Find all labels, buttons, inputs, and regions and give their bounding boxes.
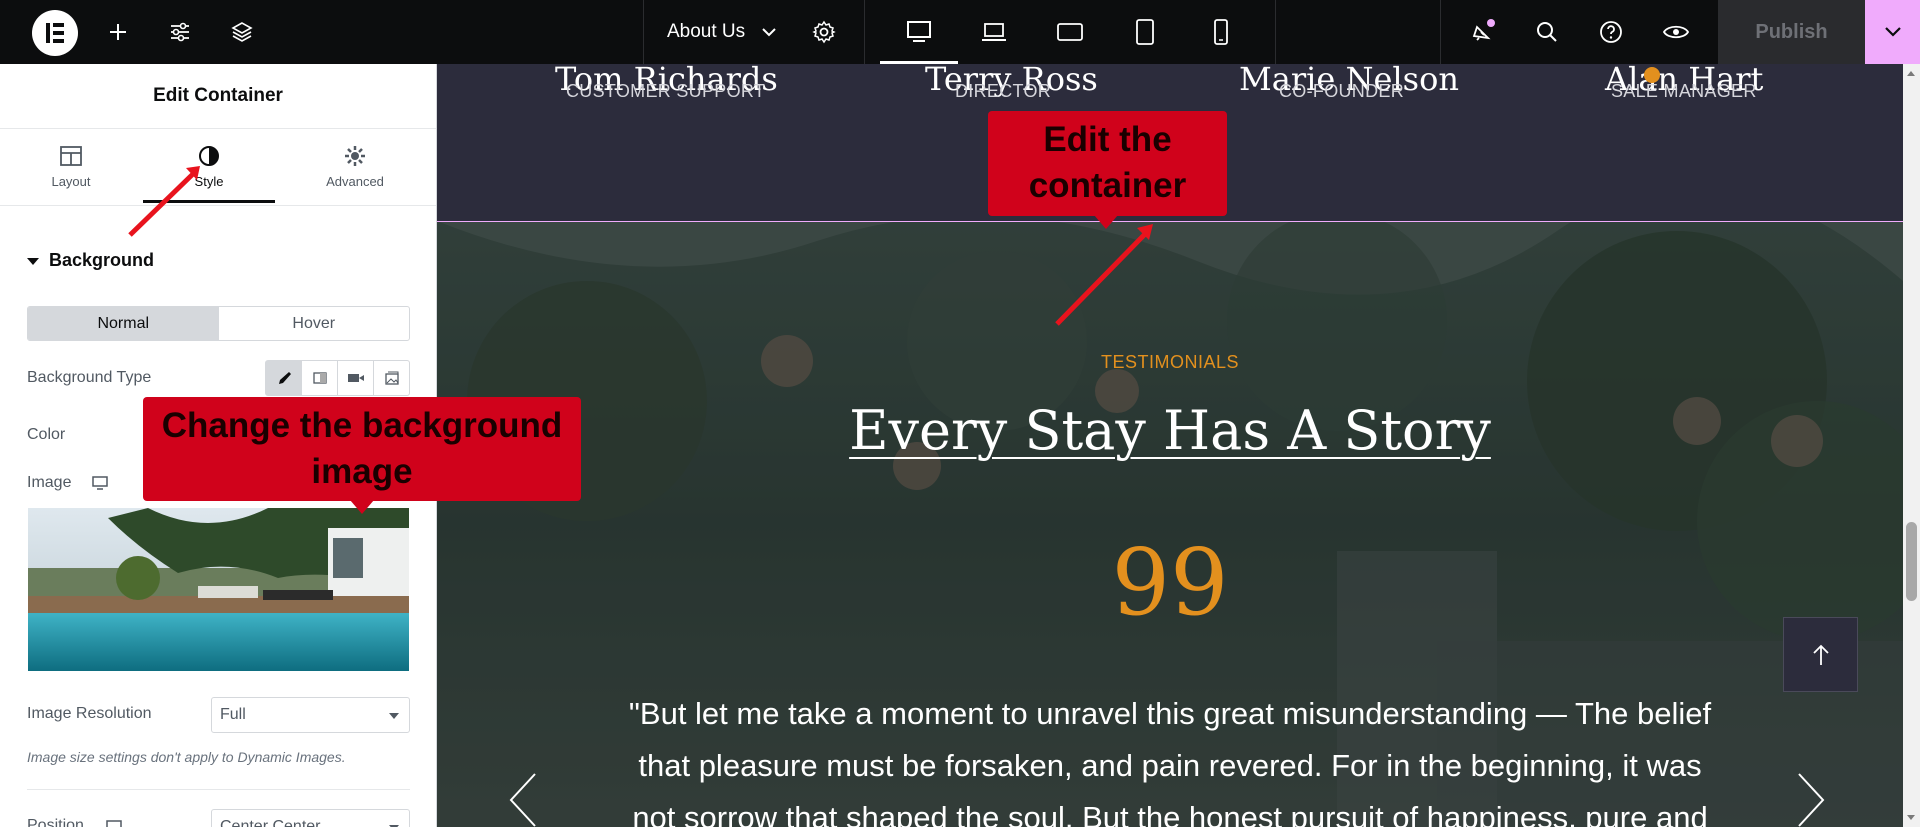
help-icon[interactable]	[1593, 14, 1629, 50]
notifications-icon[interactable]	[1465, 14, 1501, 50]
gradient-icon[interactable]	[302, 361, 338, 395]
top-bar: About Us Publish	[0, 0, 1920, 64]
quote-mark-icon: 99	[1111, 529, 1229, 636]
container-outline	[437, 221, 1903, 222]
preview-eye-icon[interactable]	[1658, 14, 1694, 50]
testimonial-quote: "But let me take a moment to unravel thi…	[628, 696, 1712, 827]
tab-layout[interactable]: Layout	[6, 144, 136, 189]
position-label: Position	[27, 817, 84, 827]
team-member-role: CUSTOMER SUPPORT	[566, 81, 766, 101]
testimonials-eyebrow: TESTIMONIALS	[1100, 352, 1240, 372]
laptop-icon[interactable]	[976, 14, 1012, 50]
layers-icon[interactable]	[224, 14, 260, 50]
publish-options-chevron-icon[interactable]	[1865, 0, 1920, 64]
team-member-role: SALE MANAGER	[1611, 81, 1757, 101]
mobile-icon[interactable]	[1203, 14, 1239, 50]
gear-icon	[345, 146, 365, 166]
scroll-to-top-button[interactable]	[1783, 617, 1858, 692]
callout-edit-container: Edit the container	[988, 111, 1227, 216]
topbar-divider	[643, 0, 644, 64]
desktop-icon[interactable]	[901, 14, 937, 50]
arrow-up-icon	[1812, 644, 1829, 665]
callout-tail	[350, 500, 374, 514]
team-member-role: CO-FOUNDER	[1279, 81, 1404, 101]
topbar-divider	[1440, 0, 1441, 64]
hover-state-button[interactable]: Hover	[219, 307, 410, 340]
caret-down-icon	[27, 257, 39, 265]
position-select[interactable]: Center Center	[211, 809, 410, 827]
background-type-label: Background Type	[27, 369, 152, 386]
image-resolution-label: Image Resolution	[27, 705, 152, 722]
tab-label: Advanced	[326, 174, 384, 189]
tablet-icon[interactable]	[1127, 14, 1163, 50]
section-title: Background	[49, 250, 155, 270]
tab-advanced[interactable]: Advanced	[290, 144, 420, 189]
color-label: Color	[27, 426, 66, 443]
red-arrow-icon	[1055, 224, 1153, 326]
topbar-divider	[1275, 0, 1276, 64]
chevron-down-icon[interactable]	[751, 14, 787, 50]
preview-canvas: Tom Richards CUSTOMER SUPPORT Terry Ross…	[437, 64, 1903, 827]
brush-icon[interactable]	[266, 361, 302, 395]
elementor-logo-icon[interactable]	[32, 10, 78, 56]
team-member-role: DIRECTOR	[955, 81, 1052, 101]
slideshow-icon[interactable]	[374, 361, 409, 395]
prev-arrow-icon[interactable]	[507, 770, 539, 827]
image-resolution-select[interactable]: Full	[211, 697, 410, 733]
handle-dot-icon[interactable]	[1644, 67, 1660, 83]
red-arrow-icon	[128, 166, 200, 237]
sliders-icon[interactable]	[162, 14, 198, 50]
scrollbar-thumb[interactable]	[1906, 522, 1917, 601]
page-name[interactable]: About Us	[667, 21, 745, 43]
topbar-divider	[864, 0, 865, 64]
panel-title: Edit Container	[0, 64, 436, 129]
image-size-note: Image size settings don't apply to Dynam…	[27, 749, 346, 765]
background-image-thumbnail[interactable]	[28, 508, 409, 671]
image-label: Image	[27, 474, 72, 491]
background-type-control	[265, 360, 410, 396]
divider	[27, 789, 410, 790]
tab-label: Layout	[51, 174, 91, 189]
layout-icon	[60, 146, 82, 166]
divider	[0, 205, 436, 206]
publish-button[interactable]: Publish	[1718, 0, 1865, 64]
callout-change-background: Change the background image	[143, 397, 581, 501]
settings-icon[interactable]	[806, 14, 842, 50]
state-toggle: Normal Hover	[27, 306, 410, 341]
desktop-icon	[92, 476, 108, 495]
video-icon[interactable]	[338, 361, 374, 395]
page-scrollbar[interactable]	[1903, 64, 1920, 827]
search-icon[interactable]	[1529, 14, 1565, 50]
tablet-landscape-icon[interactable]	[1052, 14, 1088, 50]
desktop-icon	[106, 820, 122, 827]
testimonials-heading: Every Stay Has A Story	[849, 399, 1491, 462]
add-icon[interactable]	[100, 14, 136, 50]
background-section-toggle[interactable]: Background	[27, 250, 154, 271]
normal-state-button[interactable]: Normal	[28, 307, 219, 340]
next-arrow-icon[interactable]	[1795, 770, 1827, 827]
